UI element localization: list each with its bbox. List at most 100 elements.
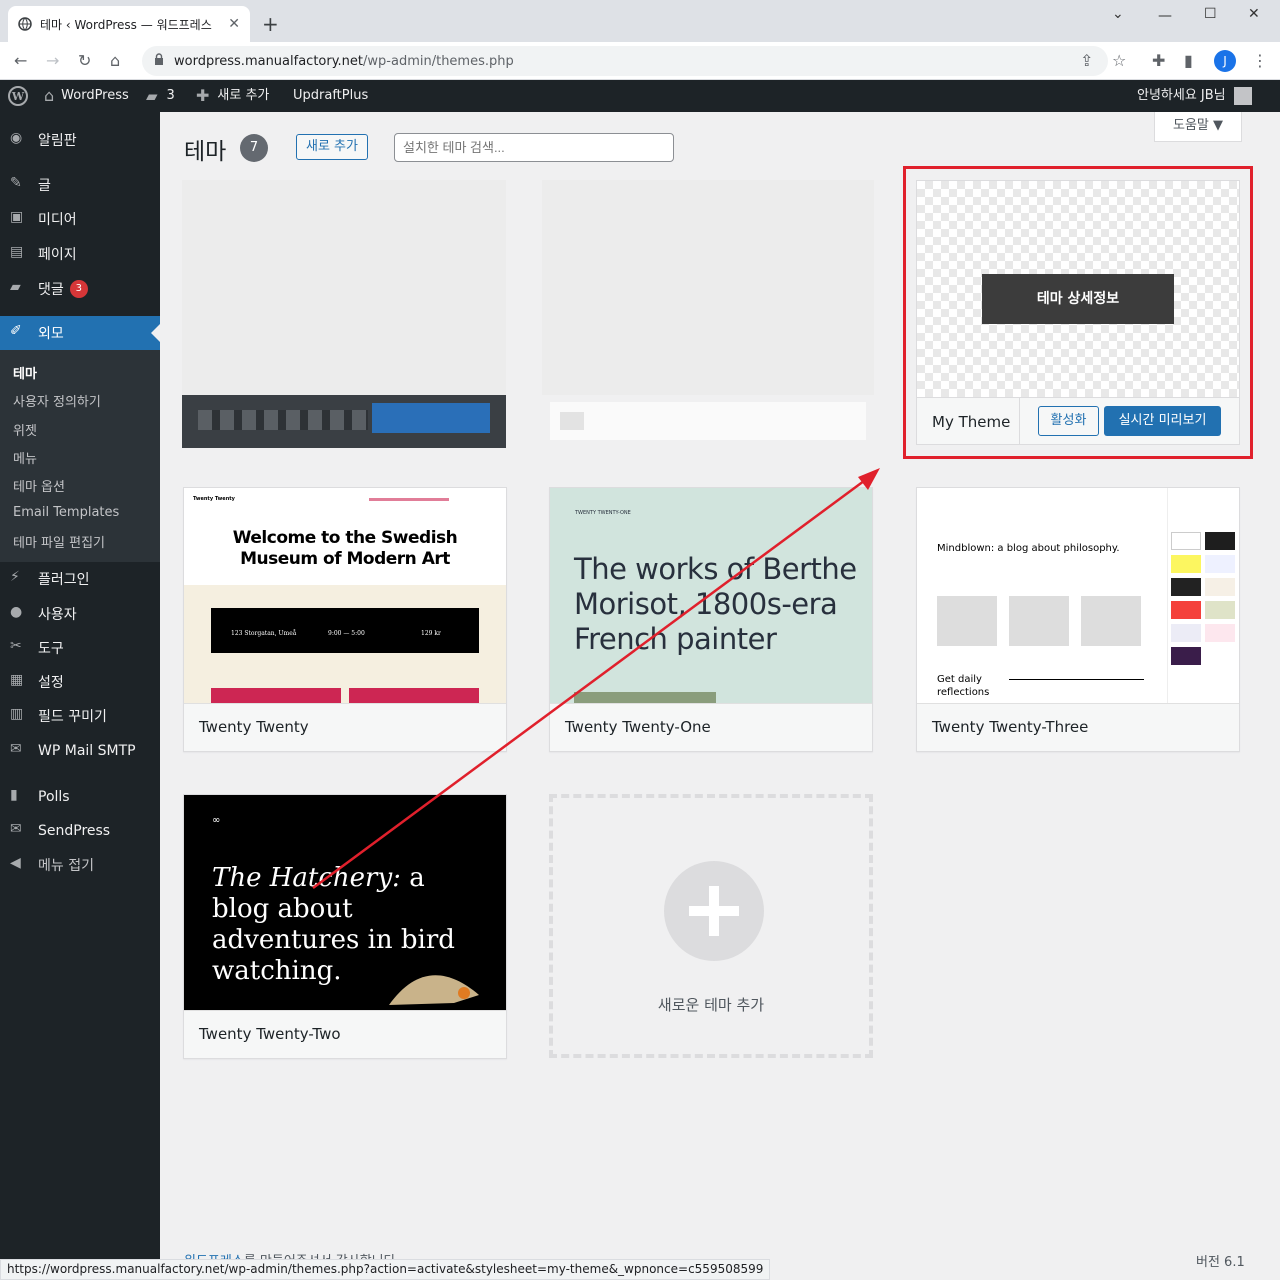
submenu-customize[interactable]: 사용자 정의하기 (13, 391, 101, 410)
pixelated-name (560, 412, 584, 430)
user-avatar (1233, 87, 1252, 105)
wrench-icon: ✂ (10, 638, 22, 654)
menu-sendpress[interactable]: ✉ SendPress (0, 814, 160, 848)
menu-users[interactable]: ● 사용자 (0, 597, 160, 631)
menu-label: 설정 (38, 675, 64, 691)
adminbar-updraftplus[interactable]: UpdraftPlus (293, 80, 368, 112)
menu-tools[interactable]: ✂ 도구 (0, 631, 160, 665)
theme-card-twenty-twenty-one[interactable]: TWENTY TWENTY-ONE The works of Berthe Mo… (549, 487, 873, 752)
preview-brand: Twenty Twenty (193, 496, 235, 502)
bookmark-star-icon[interactable]: ☆ (1112, 51, 1126, 70)
table-icon: ▥ (10, 706, 24, 722)
more-menu-icon[interactable]: ⋮ (1252, 51, 1268, 70)
menu-plugins[interactable]: ⚡ 플러그인 (0, 562, 160, 596)
pages-icon: ▤ (10, 244, 24, 260)
comment-badge: 3 (69, 280, 88, 298)
new-tab-button[interactable]: + (262, 12, 279, 36)
swatch (1171, 578, 1201, 596)
active-arrow (151, 324, 160, 342)
menu-dashboard[interactable]: ◉ 알림판 (0, 123, 160, 157)
appearance-submenu: 테마 사용자 정의하기 위젯 메뉴 테마 옵션 Email Templates … (0, 350, 160, 562)
theme-screenshot: TWENTY TWENTY-ONE The works of Berthe Mo… (550, 488, 872, 703)
menu-posts[interactable]: ✎ 글 (0, 168, 160, 202)
submenu-themes[interactable]: 테마 (13, 363, 37, 382)
swatch (1205, 555, 1235, 573)
theme-card-twenty-twenty[interactable]: Twenty Twenty Welcome to the Swedish Mus… (183, 487, 507, 752)
preview-columns (937, 596, 1147, 646)
sidepanel-icon[interactable]: ▮ (1184, 51, 1193, 70)
add-new-theme-button[interactable]: 새로 추가 (296, 134, 368, 160)
media-icon: ▣ (10, 209, 24, 225)
maximize-icon[interactable]: ☐ (1204, 6, 1217, 22)
theme-card-hidden-1[interactable] (182, 180, 506, 450)
pixelated-name (198, 410, 368, 430)
share-icon[interactable]: ⇪ (1080, 51, 1093, 70)
profile-avatar[interactable]: J (1214, 50, 1236, 72)
tab-title: 테마 ‹ WordPress — 워드프레스 (40, 17, 212, 32)
add-new-theme-card[interactable]: 새로운 테마 추가 (549, 794, 873, 1058)
submenu-widgets[interactable]: 위젯 (13, 420, 37, 439)
close-tab-icon[interactable]: ✕ (228, 16, 240, 32)
mail-icon: ✉ (10, 741, 22, 757)
menu-custom-fields[interactable]: ▥ 필드 꾸미기 (0, 699, 160, 733)
home-icon[interactable]: ⌂ (110, 51, 120, 70)
submenu-menus[interactable]: 메뉴 (13, 448, 37, 467)
submenu-theme-options[interactable]: 테마 옵션 (13, 476, 65, 495)
version-label: 버전 6.1 (1196, 1255, 1245, 1270)
menu-comments[interactable]: ▰ 댓글 3 (0, 272, 160, 306)
menu-collapse[interactable]: ◀ 메뉴 접기 (0, 848, 160, 882)
svg-text:W: W (11, 90, 25, 103)
preview-footer-text: Get daily reflections (937, 674, 990, 698)
status-bar-url: https://wordpress.manualfactory.net/wp-a… (0, 1259, 771, 1280)
wordpress-logo-icon[interactable]: W (8, 80, 28, 112)
forward-arrow-icon[interactable]: → (46, 51, 59, 70)
tab-search-icon[interactable]: ⌄ (1112, 6, 1124, 22)
comment-bubble-icon: ▰ (146, 87, 158, 105)
theme-screenshot: Twenty Twenty Welcome to the Swedish Mus… (184, 488, 506, 703)
theme-card-twenty-twenty-three[interactable]: Mindblown: a blog about philosophy. Get … (916, 487, 1240, 752)
close-window-icon[interactable]: ✕ (1248, 6, 1260, 22)
menu-pages[interactable]: ▤ 페이지 (0, 237, 160, 271)
browser-tab[interactable]: 테마 ‹ WordPress — 워드프레스 ✕ (8, 6, 250, 42)
adminbar-account[interactable]: 안녕하세요 JB님 (1137, 80, 1252, 112)
preview-brand: TWENTY TWENTY-ONE (575, 510, 631, 516)
collapse-arrow-icon: ◀ (10, 855, 21, 871)
address-bar[interactable]: wordpress.manualfactory.net/wp-admin/the… (142, 46, 1108, 76)
adminbar-site[interactable]: ⌂ WordPress (44, 80, 129, 112)
preview-address: 123 Storgatan, Umeå (231, 630, 297, 637)
menu-wp-mail-smtp[interactable]: ✉ WP Mail SMTP (0, 734, 160, 768)
back-arrow-icon[interactable]: ← (14, 51, 27, 70)
adminbar-new[interactable]: ✚ 새로 추가 (196, 80, 269, 112)
add-new-theme-label: 새로운 테마 추가 (657, 996, 765, 1014)
adminbar-comments[interactable]: ▰ 3 (146, 80, 175, 112)
swatch (1171, 601, 1201, 619)
menu-label: 도구 (38, 641, 64, 657)
menu-media[interactable]: ▣ 미디어 (0, 202, 160, 236)
theme-search-input[interactable] (394, 133, 674, 162)
menu-label: Polls (38, 789, 70, 805)
menu-settings[interactable]: ▦ 설정 (0, 665, 160, 699)
preview-headline: The works of Berthe Morisot, 1800s-era F… (574, 552, 857, 656)
admin-sidebar: ◉ 알림판 ✎ 글 ▣ 미디어 ▤ 페이지 ▰ 댓글 3 ✐ 외모 테마 사용자 정의하기 위… (0, 112, 160, 1260)
theme-name: Twenty Twenty-One (565, 718, 711, 736)
url-host: wordpress.manualfactory.net (174, 53, 364, 69)
submenu-email-templates[interactable]: Email Templates (13, 505, 119, 520)
glasses-logo-icon: ∞ (212, 815, 221, 826)
minimize-icon[interactable]: — (1158, 8, 1172, 24)
menu-label: 미디어 (38, 212, 77, 228)
submenu-theme-file-editor[interactable]: 테마 파일 편집기 (13, 532, 105, 551)
extensions-icon[interactable]: ✚ (1152, 51, 1165, 70)
reload-icon[interactable]: ↻ (78, 51, 91, 70)
menu-appearance[interactable]: ✐ 외모 (0, 316, 160, 350)
menu-label: WP Mail SMTP (38, 743, 136, 759)
comment-icon: ▰ (10, 279, 21, 295)
browser-tabbar: 테마 ‹ WordPress — 워드프레스 ✕ + ⌄ — ☐ ✕ (0, 0, 1280, 42)
home-icon: ⌂ (44, 86, 55, 105)
menu-polls[interactable]: ▮ Polls (0, 780, 160, 814)
theme-card-twenty-twenty-two[interactable]: ∞ The Hatchery: a blog about adventures … (183, 794, 507, 1059)
menu-label: 알림판 (38, 133, 77, 149)
theme-card-hidden-2[interactable] (542, 180, 874, 448)
help-tab-button[interactable]: 도움말 ▼ (1154, 112, 1242, 142)
menu-label: 사용자 (38, 607, 77, 623)
swatch (1205, 601, 1235, 619)
